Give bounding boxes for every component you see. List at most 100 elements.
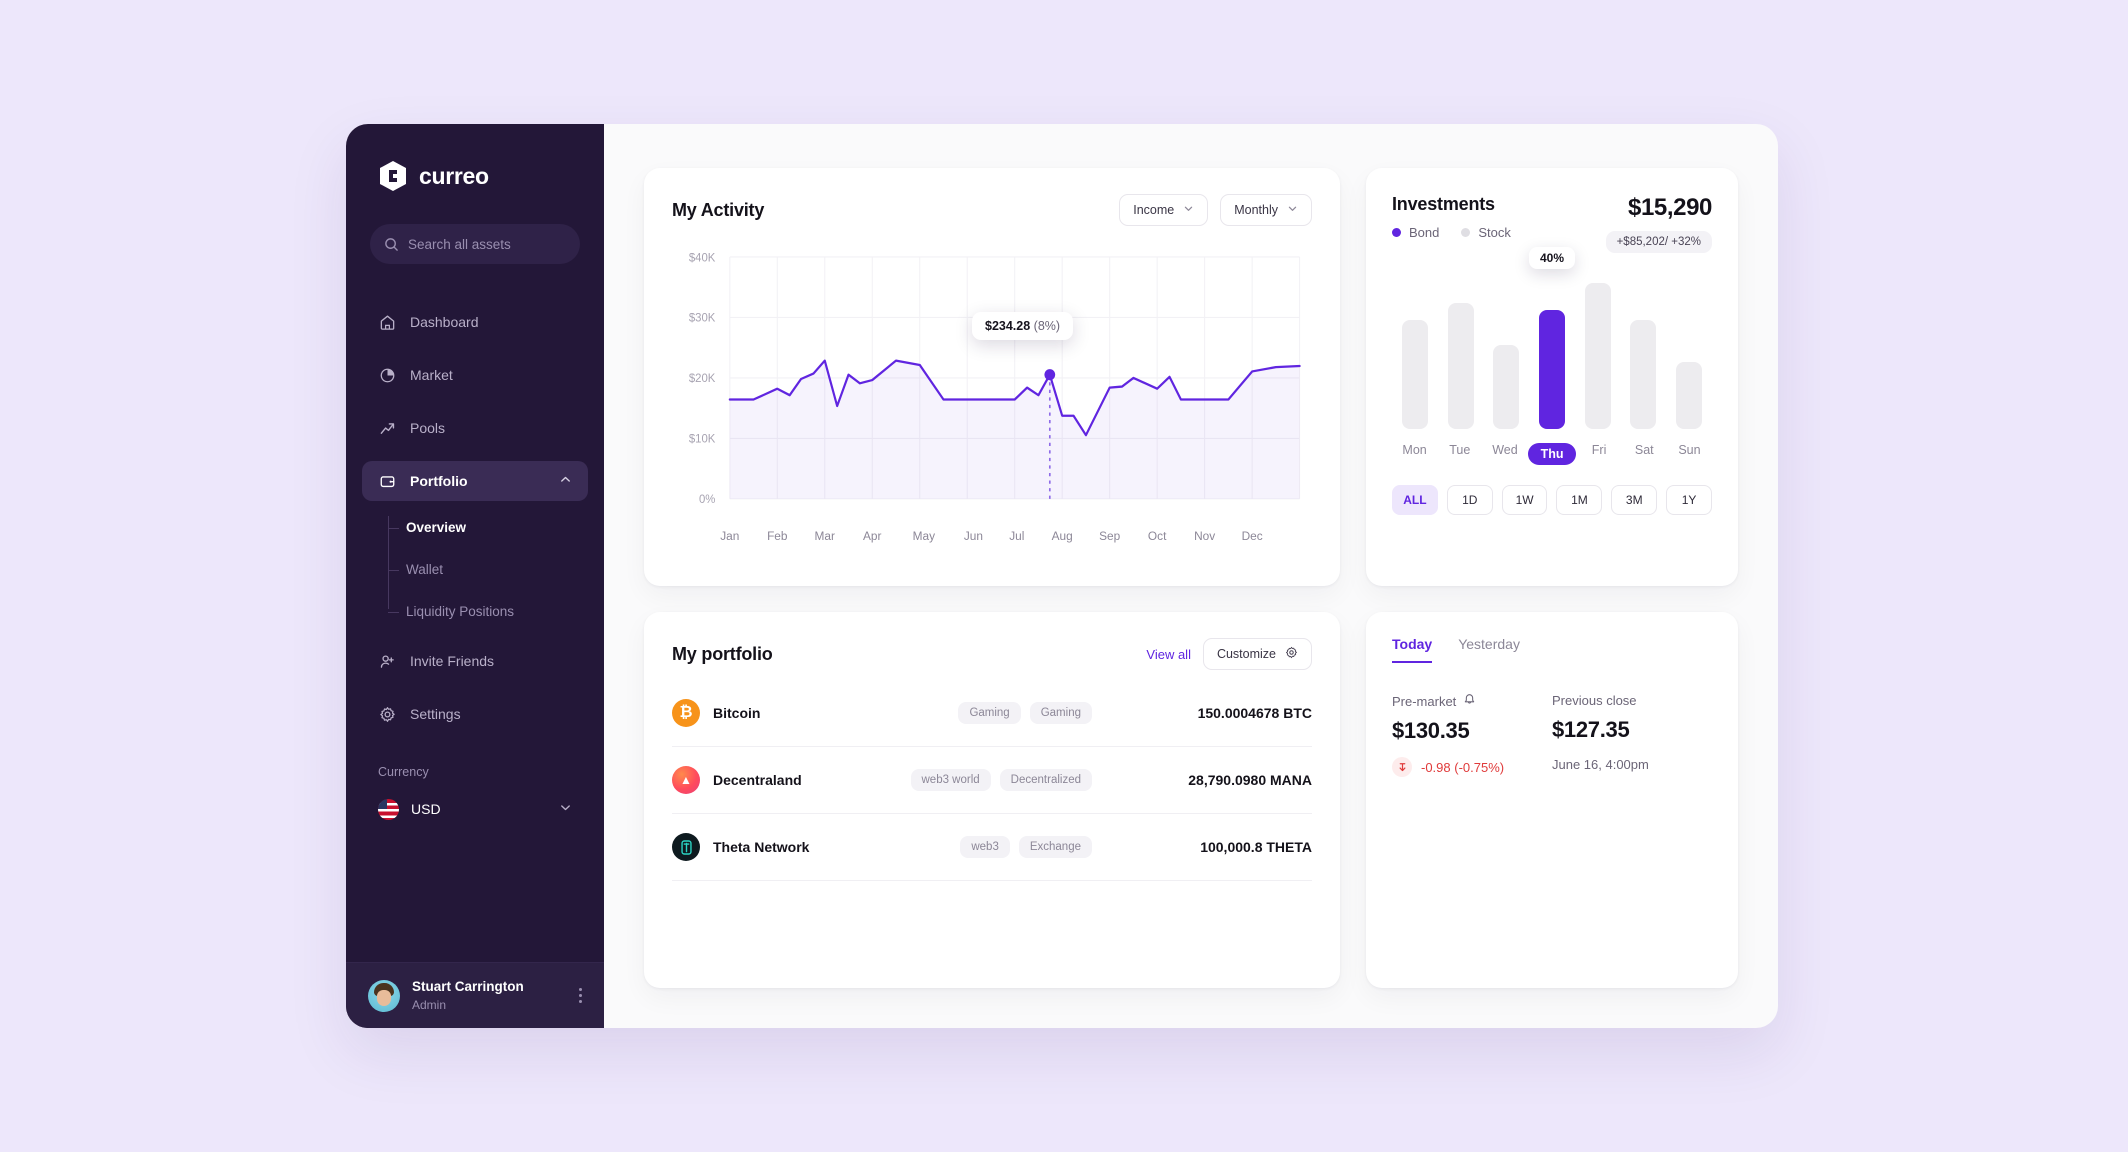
legend-label: Stock <box>1478 225 1511 240</box>
view-all-link[interactable]: View all <box>1146 647 1191 662</box>
decentraland-icon: ▲ <box>672 766 700 794</box>
weekday-fri[interactable]: Fri <box>1576 443 1621 465</box>
x-tick-label: Mar <box>815 529 835 543</box>
legend-label: Bond <box>1409 225 1440 240</box>
bar-column-mon[interactable] <box>1392 277 1438 429</box>
bar-column-tue[interactable] <box>1438 277 1484 429</box>
profile-role: Admin <box>412 997 447 1012</box>
currency-value: USD <box>411 801 441 817</box>
activity-line-chart[interactable]: $40K $30K $20K $10K 0% Jan Feb Mar Apr M… <box>672 244 1312 568</box>
weekday-sun[interactable]: Sun <box>1667 443 1712 465</box>
profile-name: Stuart Carrington <box>412 979 524 995</box>
range-button-1w[interactable]: 1W <box>1501 485 1548 515</box>
customize-button[interactable]: Customize <box>1202 638 1312 670</box>
chart-tooltip: $234.28 (8%) <box>972 312 1074 340</box>
tab-yesterday[interactable]: Yesterday <box>1458 636 1520 663</box>
activity-card: My Activity Income Monthly $40K $30K $20… <box>644 168 1340 586</box>
range-button-1y[interactable]: 1Y <box>1666 485 1712 515</box>
table-row[interactable]: ₿ Bitcoin Gaming Gaming 150.0004678 BTC <box>672 680 1312 747</box>
y-tick-label: 0% <box>699 493 715 506</box>
search-input[interactable]: Search all assets <box>370 224 580 264</box>
weekday-mon[interactable]: Mon <box>1392 443 1437 465</box>
brand-logo[interactable]: curreo <box>346 124 604 192</box>
sidebar-item-label: Portfolio <box>410 473 468 489</box>
sidebar-item-label: Dashboard <box>410 314 479 330</box>
avatar <box>368 979 400 1012</box>
portfolio-subnav: Overview Wallet Liquidity Positions <box>388 514 604 625</box>
tab-today[interactable]: Today <box>1392 636 1433 663</box>
activity-chart-svg: $40K $30K $20K $10K 0% Jan Feb Mar Apr M… <box>689 251 1301 543</box>
sidebar-subitem-label: Liquidity Positions <box>406 604 515 619</box>
sidebar-nav: Dashboard Market Pools Portfolio Overvie… <box>346 302 604 747</box>
portfolio-title: My portfolio <box>672 643 773 664</box>
bar-column-fri[interactable] <box>1575 277 1621 429</box>
income-filter-label: Income <box>1133 203 1175 217</box>
user-plus-icon <box>378 652 396 670</box>
investments-change-badge: +$85,202/ +32% <box>1605 231 1712 253</box>
user-profile[interactable]: Stuart Carrington Admin <box>346 962 604 1028</box>
bar-column-wed[interactable] <box>1483 277 1529 429</box>
sidebar-subitem-liquidity-positions[interactable]: Liquidity Positions <box>388 598 604 625</box>
sidebar-subitem-label: Wallet <box>406 562 444 577</box>
bar <box>1401 319 1428 429</box>
bar-column-sat[interactable] <box>1621 277 1667 429</box>
sidebar-subitem-wallet[interactable]: Wallet <box>388 556 604 583</box>
theta-icon <box>672 833 700 861</box>
y-tick-label: $20K <box>689 372 716 385</box>
legend-item-stock: Stock <box>1461 225 1511 240</box>
bar-column-sun[interactable] <box>1666 277 1712 429</box>
sidebar: curreo Search all assets Dashboard Marke… <box>346 124 604 1028</box>
y-tick-label: $10K <box>689 432 716 445</box>
sidebar-item-portfolio[interactable]: Portfolio <box>362 461 588 501</box>
tag: Decentralized <box>999 769 1092 791</box>
investments-legend: Bond Stock <box>1392 225 1511 240</box>
currency-selector[interactable]: USD <box>362 791 588 827</box>
chevron-down-icon <box>1183 203 1194 217</box>
y-tick-label: $40K <box>689 251 716 264</box>
market-stats-grid: Pre-market $130.35 -0.98 (-0.75%) Previo… <box>1392 693 1712 777</box>
tag: web3 world <box>910 769 991 791</box>
sidebar-item-dashboard[interactable]: Dashboard <box>362 302 588 342</box>
investments-header: Investments Bond Stock $15,290 +$85,202/… <box>1392 194 1712 253</box>
portfolio-card: My portfolio View all Customize ₿ Bitcoi… <box>644 612 1340 988</box>
weekday-tue[interactable]: Tue <box>1437 443 1482 465</box>
weekday-sat[interactable]: Sat <box>1622 443 1667 465</box>
bar-column-thu[interactable]: 40% <box>1529 247 1576 429</box>
sidebar-item-market[interactable]: Market <box>362 355 588 395</box>
investments-card: Investments Bond Stock $15,290 +$85,202/… <box>1366 168 1738 586</box>
range-button-1m[interactable]: 1M <box>1556 485 1603 515</box>
x-tick-label: Aug <box>1052 529 1073 543</box>
range-button-1d[interactable]: 1D <box>1446 485 1493 515</box>
chart-marker-dot <box>1044 369 1056 381</box>
weekday-wed[interactable]: Wed <box>1482 443 1527 465</box>
us-flag-icon <box>378 798 399 820</box>
market-card: Today Yesterday Pre-market $130.35 -0.98… <box>1366 612 1738 988</box>
range-button-all[interactable]: ALL <box>1392 485 1438 515</box>
bar <box>1447 302 1474 429</box>
main-content: My Activity Income Monthly $40K $30K $20… <box>604 124 1778 1028</box>
sidebar-item-settings[interactable]: Settings <box>362 694 588 734</box>
chevron-up-icon[interactable] <box>559 473 572 489</box>
tag-list: web3 Exchange <box>960 836 1092 858</box>
sidebar-item-pools[interactable]: Pools <box>362 408 588 448</box>
bell-icon[interactable] <box>1463 693 1476 709</box>
previous-close-block: Previous close $127.35 June 16, 4:00pm <box>1552 693 1712 777</box>
range-button-3m[interactable]: 3M <box>1611 485 1658 515</box>
sidebar-subitem-overview[interactable]: Overview <box>388 514 604 541</box>
weekday-thu[interactable]: Thu <box>1527 443 1577 465</box>
sidebar-item-invite-friends[interactable]: Invite Friends <box>362 641 588 681</box>
period-filter-dropdown[interactable]: Monthly <box>1220 194 1312 226</box>
table-row[interactable]: Theta Network web3 Exchange 100,000.8 TH… <box>672 814 1312 881</box>
coin-name: Bitcoin <box>713 705 761 721</box>
investments-bar-chart[interactable]: 40% <box>1392 247 1712 429</box>
premarket-block: Pre-market $130.35 -0.98 (-0.75%) <box>1392 693 1552 777</box>
chevron-down-icon[interactable] <box>559 801 572 817</box>
period-filter-label: Monthly <box>1234 203 1278 217</box>
sidebar-subitem-label: Overview <box>406 520 467 535</box>
income-filter-dropdown[interactable]: Income <box>1119 194 1209 226</box>
x-tick-label: Apr <box>863 529 881 543</box>
previous-close-value: $127.35 <box>1552 717 1630 742</box>
table-row[interactable]: ▲ Decentraland web3 world Decentralized … <box>672 747 1312 814</box>
kebab-menu-icon[interactable] <box>579 988 582 1003</box>
premarket-label-row: Pre-market <box>1392 693 1552 709</box>
